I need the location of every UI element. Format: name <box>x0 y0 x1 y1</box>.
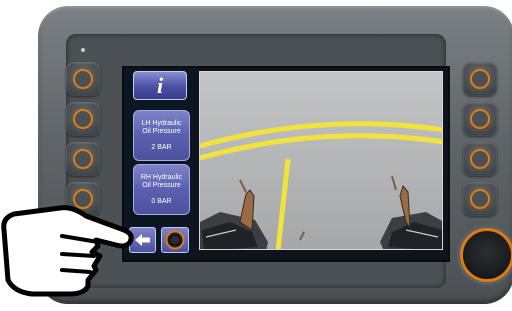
dial-button[interactable] <box>161 227 189 253</box>
ring-icon <box>73 69 93 89</box>
tile-label-line1: RH Hydraulic <box>140 174 183 181</box>
left-softkey-2[interactable] <box>66 102 100 136</box>
status-led <box>81 48 85 52</box>
dial-icon <box>165 230 185 250</box>
tile-label-line2: Oil Pressure <box>142 128 181 135</box>
tile-value: 2 BAR <box>151 144 172 151</box>
info-button[interactable]: i <box>133 71 187 100</box>
camera-scene <box>200 72 442 249</box>
right-softkey-4[interactable] <box>463 182 497 216</box>
ring-icon <box>470 109 490 129</box>
left-softkey-3[interactable] <box>66 142 100 176</box>
right-softkey-1[interactable] <box>463 62 497 96</box>
ring-icon <box>470 189 490 209</box>
ring-icon <box>470 69 490 89</box>
pointing-hand-icon <box>1 205 134 297</box>
left-softkey-1[interactable] <box>66 62 100 96</box>
lh-hydraulic-oil-pressure-tile[interactable]: LH Hydraulic Oil Pressure 2 BAR <box>133 110 190 161</box>
rotary-knob[interactable] <box>460 228 512 282</box>
tile-label-line1: LH Hydraulic <box>141 120 182 127</box>
ring-icon <box>470 149 490 169</box>
right-softkey-3[interactable] <box>463 142 497 176</box>
tile-label-line2: Oil Pressure <box>142 182 181 189</box>
ring-icon <box>73 109 93 129</box>
right-softkey-2[interactable] <box>463 102 497 136</box>
ring-icon <box>73 149 93 169</box>
camera-view <box>199 71 443 250</box>
